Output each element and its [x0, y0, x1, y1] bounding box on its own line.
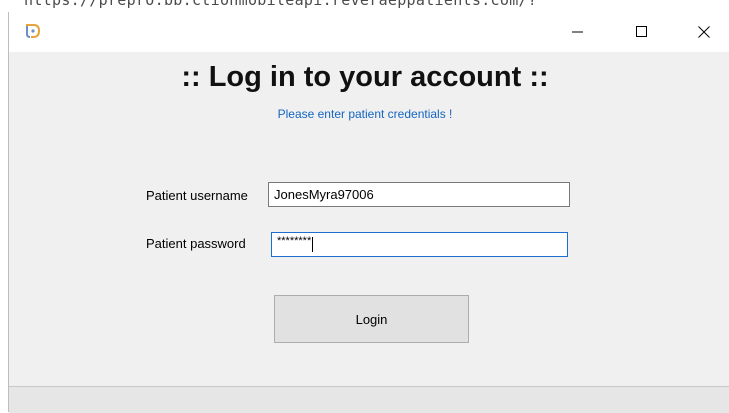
app-logo-icon	[26, 24, 41, 38]
text-caret	[312, 237, 314, 252]
close-button[interactable]	[681, 12, 727, 52]
username-field[interactable]	[268, 182, 570, 207]
background-url-text: https://prepro.bb.ctionmobileapi.reverae…	[24, 0, 538, 9]
password-mask: ********	[277, 235, 312, 247]
background-browser-strip: https://prepro.bb.ctionmobileapi.reverae…	[0, 0, 729, 12]
page-subtitle: Please enter patient credentials !	[277, 107, 453, 121]
password-label: Patient password	[146, 236, 246, 251]
page-title: :: Log in to your account ::	[181, 61, 549, 93]
minimize-icon	[572, 31, 583, 33]
password-field[interactable]: ********	[271, 232, 568, 257]
minimize-button[interactable]	[555, 12, 601, 52]
username-label: Patient username	[146, 188, 248, 203]
status-bar	[9, 386, 729, 413]
title-bar[interactable]	[9, 12, 729, 52]
close-icon	[698, 26, 710, 38]
maximize-icon	[636, 26, 647, 37]
login-button[interactable]: Login	[274, 295, 469, 343]
maximize-button[interactable]	[619, 12, 665, 52]
login-window: :: Log in to your account :: Please ente…	[8, 12, 729, 413]
